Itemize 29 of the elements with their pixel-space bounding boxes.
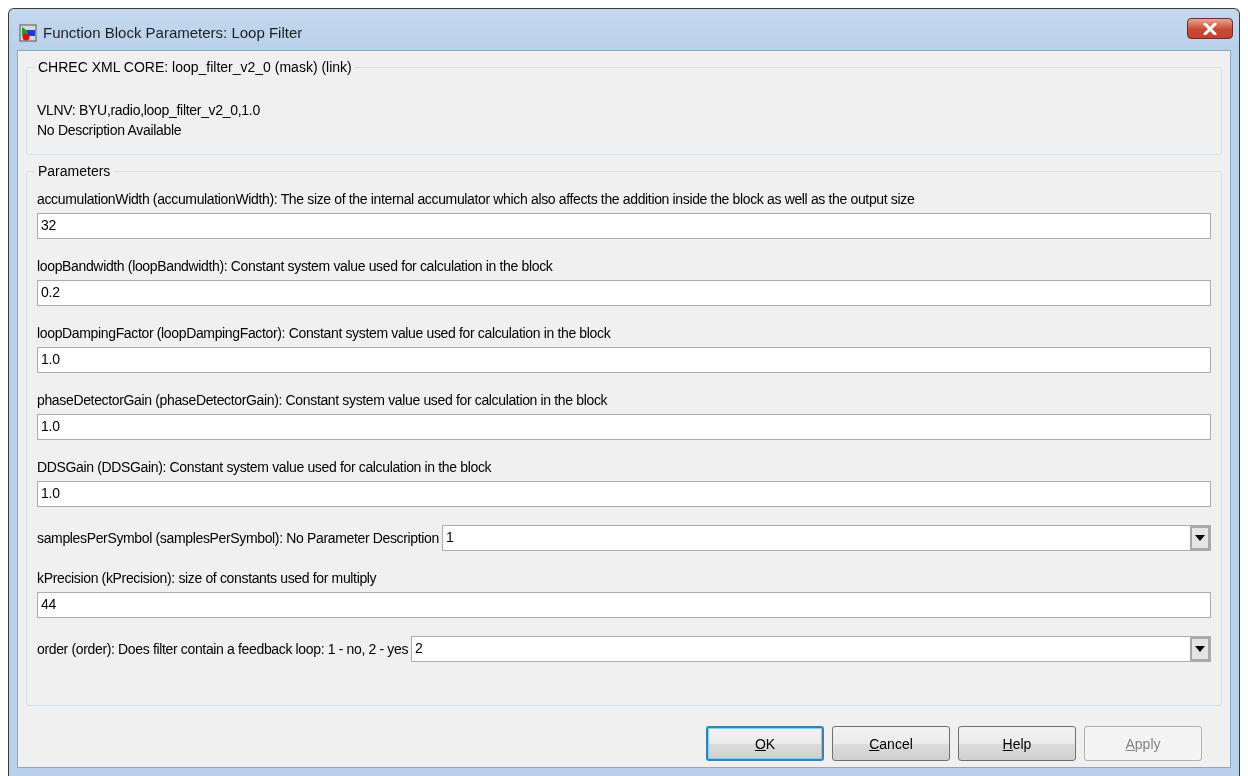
parameter-label: samplesPerSymbol (samplesPerSymbol): No Parameter Description	[37, 529, 439, 547]
parameter-label: phaseDetectorGain (phaseDetectorGain): Constant system value used for calculation in the block	[37, 391, 609, 409]
input-field[interactable]: 32	[37, 213, 1211, 239]
dialog-button[interactable]: OK	[706, 726, 824, 761]
group-title: Parameters	[35, 163, 114, 179]
input-field[interactable]: 44	[37, 592, 1211, 618]
dialog-button[interactable]: Help	[958, 726, 1076, 761]
input-field[interactable]: 1.0	[37, 414, 1211, 440]
parameter-label: order (order): Does filter contain a feedback loop: 1 - no, 2 - yes	[37, 640, 409, 658]
dropdown-arrow-icon	[1195, 646, 1205, 652]
parameter-label: accumulationWidth (accumulationWidth): The size of the internal accumulator which also affects the addition inside the block as well as the output size	[37, 190, 916, 208]
dropdown[interactable]: 2	[411, 636, 1211, 662]
dropdown-arrow-icon	[1195, 535, 1205, 541]
parameter-label: loopDampingFactor (loopDampingFactor): Constant system value used for calculation in the block	[37, 324, 612, 342]
dialog-button[interactable]: Cancel	[832, 726, 950, 761]
close-icon	[1203, 22, 1217, 35]
dropdown[interactable]: 1	[441, 525, 1211, 551]
close-button[interactable]	[1187, 18, 1233, 39]
parameter-label: DDSGain (DDSGain): Constant system value used for calculation in the block	[37, 458, 493, 476]
input-field[interactable]: 0.2	[37, 280, 1211, 306]
group-title: CHREC XML CORE: loop_filter_v2_0 (mask) (link)	[35, 59, 355, 75]
description-text: VLNV: BYU,radio,loop_filter_v2_0,1.0	[37, 101, 261, 120]
input-field[interactable]: 1.0	[37, 481, 1211, 507]
window-title: Function Block Parameters: Loop Filter	[43, 24, 303, 41]
parameter-label: kPrecision (kPrecision): size of constants used for multiply	[37, 569, 378, 587]
block-diagram-icon	[19, 23, 37, 42]
parameter-label: loopBandwidth (loopBandwidth): Constant system value used for calculation in the block	[37, 257, 554, 275]
input-field[interactable]: 1.0	[37, 347, 1211, 373]
description-text: No Description Available	[37, 121, 183, 140]
